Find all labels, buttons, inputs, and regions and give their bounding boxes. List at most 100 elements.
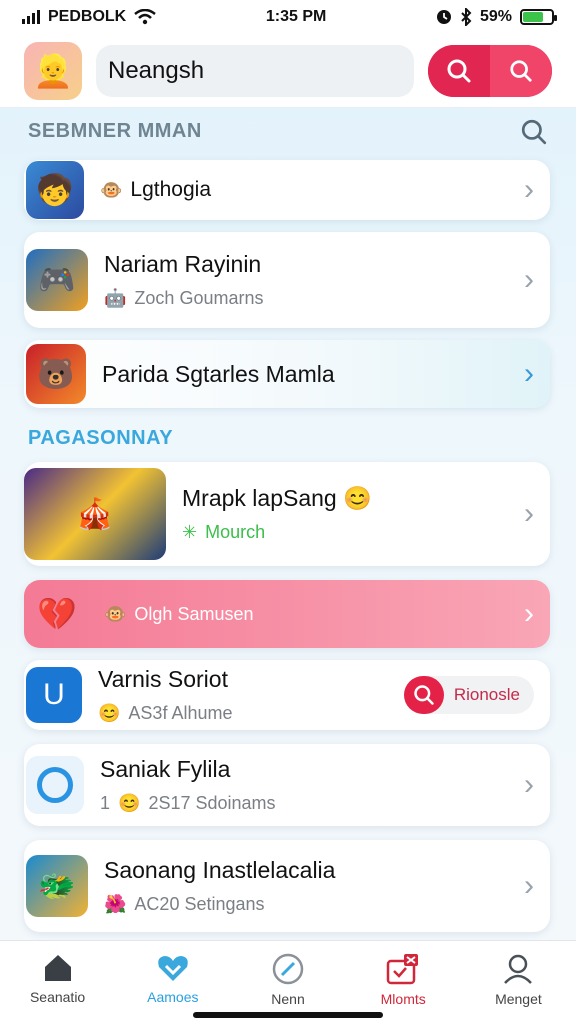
list-item-title: Varnis Soriot <box>98 666 228 692</box>
heart-icon <box>158 956 188 981</box>
search-input-value: Neangsh <box>108 56 205 84</box>
list-item[interactable]: 🐻 Parida Sgtarles Mamla › <box>24 340 550 408</box>
list-item-subtitle-text: Lgthogia <box>130 178 211 201</box>
search-input[interactable]: Neangsh <box>96 44 414 97</box>
list-item-title: Saonang Inastlelacalia <box>104 857 336 883</box>
list-item-subtitle-text: AC20 Setingans <box>134 894 265 914</box>
list-item[interactable]: U Varnis Soriot 😊 AS3f Alhume Rionosle <box>24 660 550 730</box>
section-title: PAGASONNAY <box>28 427 174 449</box>
list-item-subtitle-text: Mourch <box>205 522 266 542</box>
monkey-icon: 🐵 <box>100 179 123 200</box>
list-item-title: Mrapk lapSang 😊 <box>182 485 524 512</box>
chevron-right-icon: › <box>524 768 534 801</box>
search-icon <box>510 59 532 82</box>
status-left: PEDBOLK <box>22 8 157 26</box>
robot-icon: 🤖 <box>104 288 127 308</box>
action-button-label: Rionosle <box>453 685 520 704</box>
sparkle-icon: ✳ <box>182 522 198 542</box>
nav-item-home[interactable]: Seanatio <box>0 941 115 1024</box>
list-item-subtitle: ✳ Mourch <box>182 522 524 543</box>
section-search-button[interactable] <box>520 118 548 151</box>
list-item-info: Saniak Fylila 1 😊 2S17 Sdoinams <box>100 756 524 814</box>
list-item-info: Mrapk lapSang 😊 ✳ Mourch <box>182 485 524 543</box>
wifi-icon <box>134 9 157 25</box>
alarm-icon <box>436 10 451 24</box>
list-item-title-text: Mrapk lapSang <box>182 485 337 511</box>
list-item-info: Varnis Soriot 😊 AS3f Alhume <box>98 666 404 724</box>
list-item-subtitle-prefix: 1 <box>100 793 111 813</box>
flower-icon: 🌺 <box>104 894 127 914</box>
list-item-subtitle: 🐵 Lgthogia <box>100 178 524 202</box>
list-item-subtitle: 1 😊 2S17 Sdoinams <box>100 793 524 814</box>
list-item-subtitle: 🌺 AC20 Setingans <box>104 894 524 915</box>
broken-heart-icon: 💔 <box>37 596 77 632</box>
signal-icon <box>22 10 40 24</box>
chevron-right-icon: › <box>524 357 534 390</box>
chevron-right-icon: › <box>524 869 534 902</box>
search-button-secondary[interactable] <box>490 44 552 97</box>
app-logo <box>26 756 84 814</box>
list-item-info: Parida Sgtarles Mamla <box>102 361 524 388</box>
chevron-right-icon: › <box>524 497 534 530</box>
battery-icon <box>519 9 557 25</box>
inbox-alert-icon <box>386 954 419 985</box>
smile-icon: 😊 <box>343 485 372 511</box>
monkey-icon: 🐵 <box>104 603 127 624</box>
chevron-right-icon: › <box>524 173 534 206</box>
game-thumbnail: 🐲 <box>26 855 88 917</box>
carrier-label: PEDBOLK <box>48 8 127 25</box>
game-thumbnail: 🎮 <box>26 249 88 311</box>
list-item[interactable]: 🎪 Mrapk lapSang 😊 ✳ Mourch › <box>24 462 550 566</box>
profile-icon <box>504 954 533 984</box>
list-item-title: Parida Sgtarles Mamla <box>102 360 335 387</box>
chevron-right-icon: › <box>524 597 534 630</box>
list-item[interactable]: 🐲 Saonang Inastlelacalia 🌺 AC20 Setingan… <box>24 840 550 932</box>
nav-item-label: Seanatio <box>29 989 86 1005</box>
nav-item-label: Aamoes <box>147 989 199 1005</box>
search-button-primary[interactable] <box>428 44 490 97</box>
bluetooth-icon <box>461 8 472 26</box>
search-icon <box>447 59 471 82</box>
highlight-item[interactable]: 💔 🐵 Olgh Samusen › <box>24 580 550 648</box>
list-item-subtitle-text: Zoch Goumarns <box>134 288 264 308</box>
list-item[interactable]: 🧒 🐵 Lgthogia › <box>24 160 550 220</box>
list-item-subtitle-text: Olgh Samusen <box>134 603 254 624</box>
app-logo: U <box>26 667 82 723</box>
list-item-subtitle-text: 2S17 Sdoinams <box>148 793 276 813</box>
list-item-title: Saniak Fylila <box>100 756 231 782</box>
list-item-info: Nariam Rayinin 🤖 Zoch Goumarns <box>104 251 524 309</box>
smile-icon: 😊 <box>98 703 121 723</box>
list-item-subtitle: 😊 AS3f Alhume <box>98 703 404 724</box>
nav-item-profile[interactable]: Menget <box>461 941 576 1024</box>
nav-item-label: Nenn <box>271 991 305 1007</box>
nav-item-label: Menget <box>495 991 542 1007</box>
battery-percent: 59% <box>479 8 512 25</box>
status-right: 59% <box>436 8 557 26</box>
smile-icon: 😊 <box>118 793 141 813</box>
section-title: SEBMNER MMAN <box>28 120 202 142</box>
game-banner: 🎪 <box>24 468 166 560</box>
list-item-title: Nariam Rayinin <box>104 251 262 277</box>
avatar[interactable]: 👱 <box>24 41 82 100</box>
list-item-info: 🐵 Lgthogia <box>100 178 524 202</box>
list-item[interactable]: Saniak Fylila 1 😊 2S17 Sdoinams › <box>24 744 550 826</box>
nav-item-label: Mlomts <box>380 991 426 1007</box>
home-indicator[interactable] <box>193 1012 383 1018</box>
search-button-group <box>428 44 552 97</box>
top-header: 👱 Neangsh <box>0 34 576 108</box>
list-item-subtitle: 🐵 Olgh Samusen <box>104 604 524 625</box>
status-bar: PEDBOLK 1:35 PM 59% <box>0 0 576 34</box>
ring-icon <box>37 767 73 803</box>
compass-icon <box>272 953 304 985</box>
list-item-info: Saonang Inastlelacalia 🌺 AC20 Setingans <box>104 857 524 915</box>
chevron-right-icon: › <box>524 263 534 296</box>
list-item[interactable]: 🎮 Nariam Rayinin 🤖 Zoch Goumarns › <box>24 232 550 328</box>
list-item-subtitle-text: AS3f Alhume <box>128 703 233 723</box>
action-button[interactable]: Rionosle <box>403 676 534 714</box>
list-item-subtitle: 🤖 Zoch Goumarns <box>104 288 524 309</box>
game-thumbnail: 🧒 <box>26 161 84 219</box>
status-time: 1:35 PM <box>265 8 327 25</box>
home-icon <box>44 955 71 981</box>
list-item-info: 🐵 Olgh Samusen <box>104 604 524 625</box>
game-thumbnail: 🐻 <box>26 344 86 404</box>
